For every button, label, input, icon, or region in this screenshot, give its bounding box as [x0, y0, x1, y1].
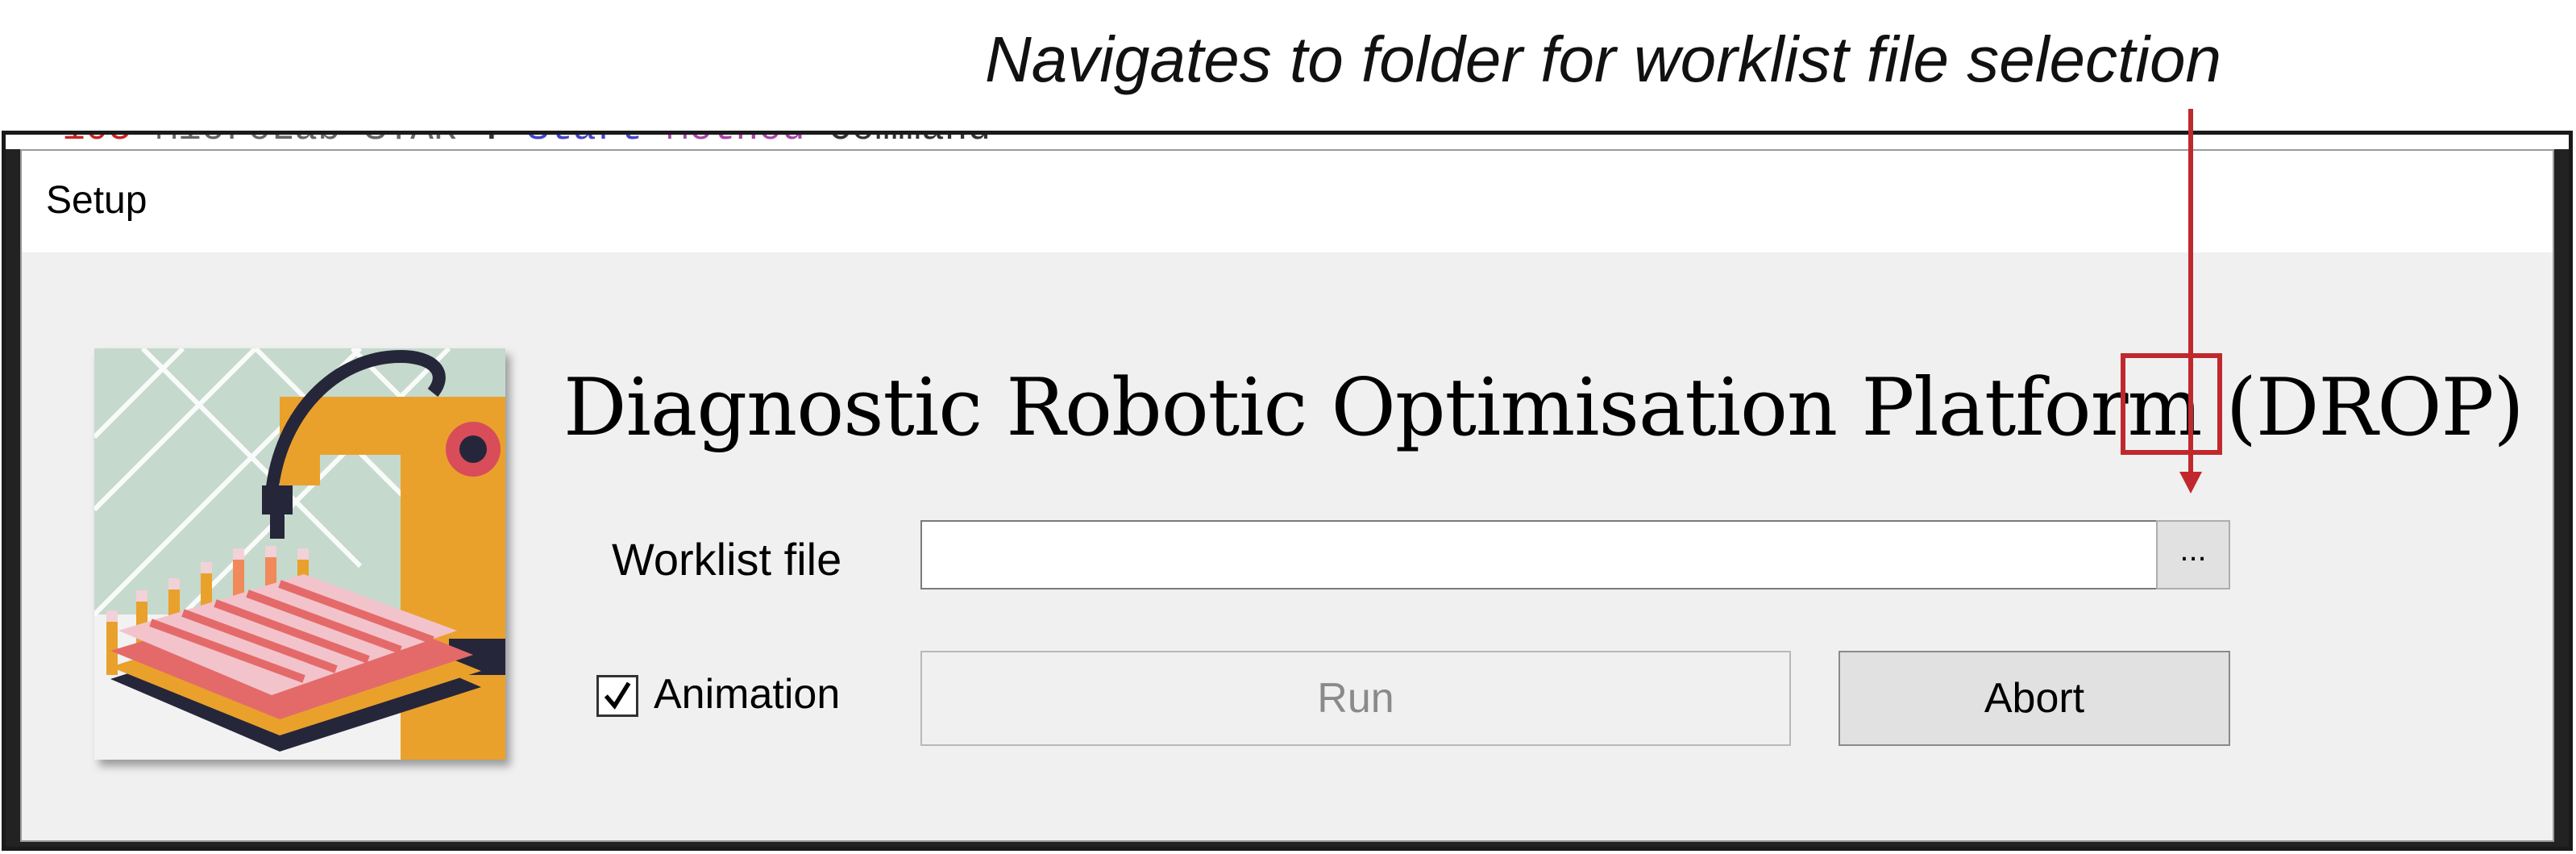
application-window: 105 MicroLab STAR : Start Method Command… [2, 131, 2573, 851]
worklist-file-label: Worklist file [612, 534, 842, 585]
animation-checkbox[interactable] [596, 675, 638, 717]
code-token: MicroLab STAR [155, 135, 456, 149]
code-token: Method [666, 135, 805, 149]
code-token: : [480, 135, 504, 149]
background-code-strip: 105 MicroLab STAR : Start Method Command [6, 135, 2569, 149]
dialog-titlebar[interactable]: Setup [22, 151, 2553, 252]
browse-folder-button[interactable]: ... [2156, 520, 2230, 589]
code-token: Command [829, 135, 991, 149]
animation-label: Animation [654, 671, 841, 718]
robotic-arm-pipetting-icon [92, 346, 508, 760]
worklist-file-input[interactable] [920, 520, 2166, 589]
background-code-line: 105 MicroLab STAR : Start Method Command [62, 135, 991, 149]
checkmark-icon [604, 681, 631, 710]
code-token: Start [526, 135, 642, 149]
run-button[interactable]: Run [920, 651, 1791, 746]
platform-heading: Diagnostic Robotic Optimisation Platform… [563, 362, 2524, 454]
annotation-caption: Navigates to folder for worklist file se… [985, 23, 2221, 95]
setup-dialog: Setup Diagnostic Robotic Optimisation Pl… [20, 149, 2554, 842]
abort-button[interactable]: Abort [1839, 651, 2230, 746]
code-token: 105 [62, 135, 131, 149]
dialog-title: Setup [46, 179, 147, 222]
browse-button-highlight [2121, 353, 2222, 455]
